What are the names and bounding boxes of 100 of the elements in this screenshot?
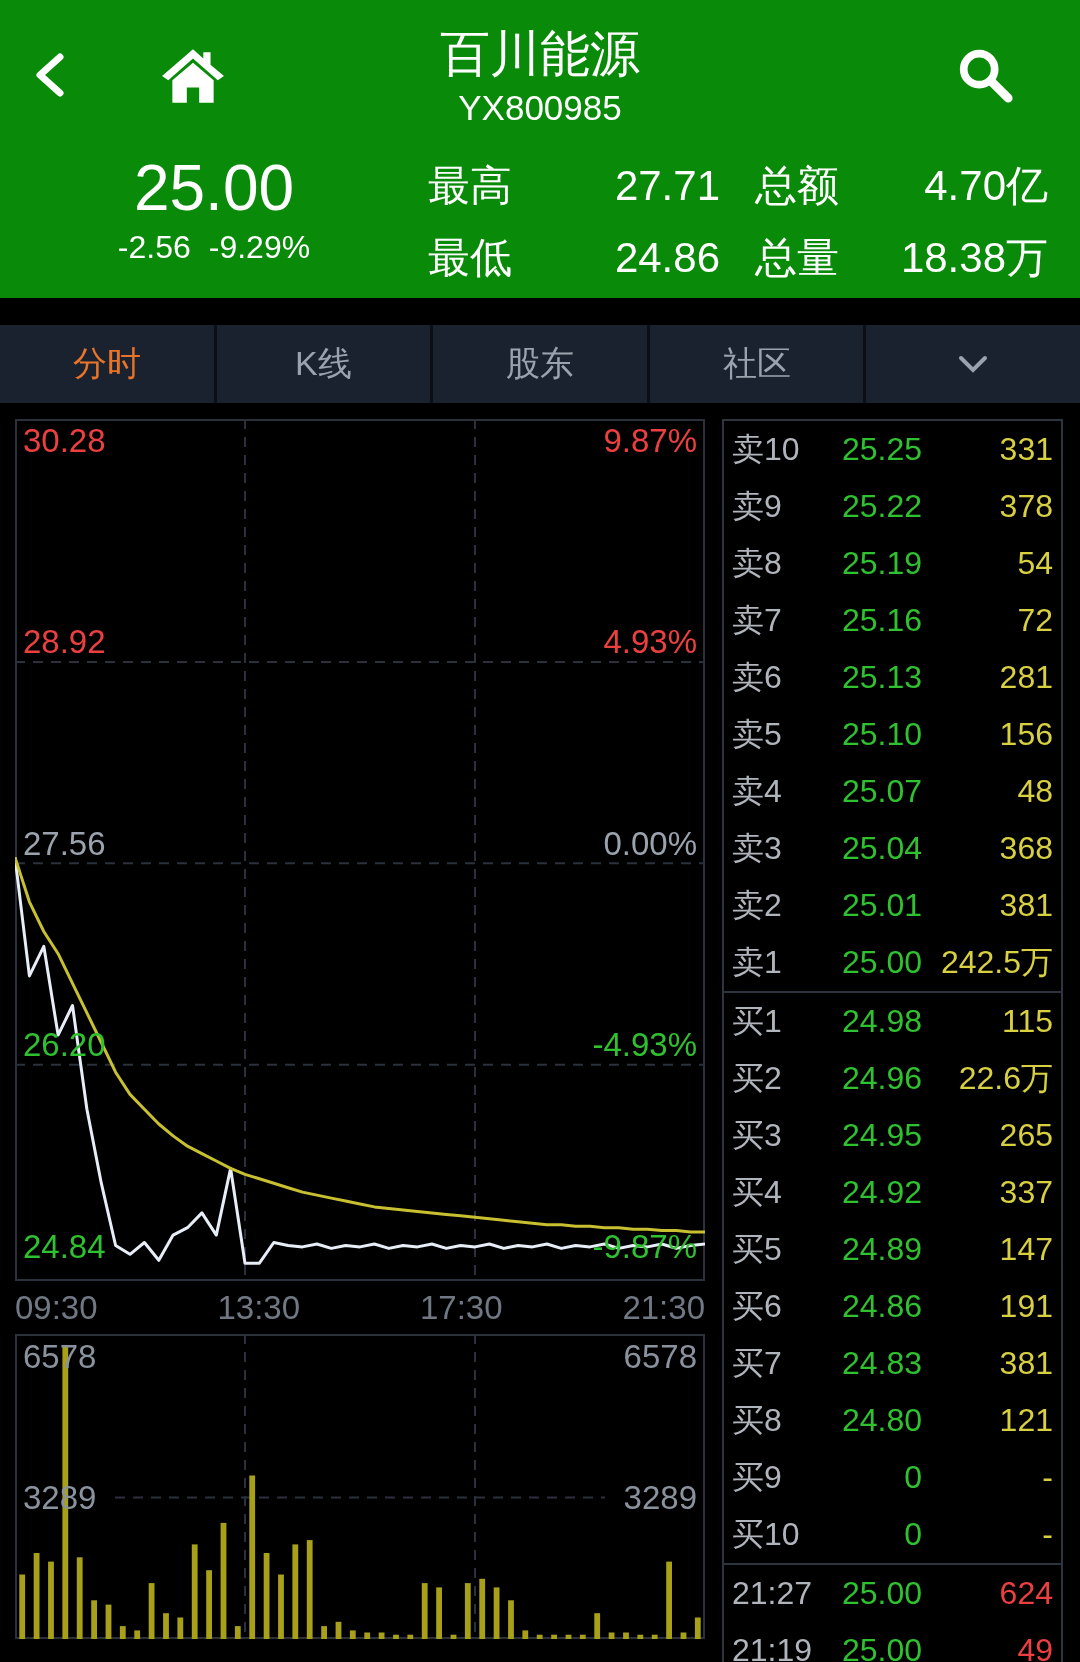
volume-bar (234, 1626, 241, 1639)
volume-bar (421, 1583, 428, 1639)
current-price: 25.00 (133, 151, 295, 226)
time-label: 17:30 (419, 1288, 503, 1327)
volume-bar (436, 1587, 442, 1639)
volume-bar (407, 1634, 414, 1639)
tab[interactable]: K线 (216, 325, 434, 403)
volume-bar (119, 1626, 126, 1639)
level-label: 买2 (732, 1058, 783, 1098)
axis-label: 9.87% (603, 421, 697, 459)
volume-value: 115 (1001, 1003, 1053, 1040)
volume-value: 156 (998, 716, 1053, 753)
stat-label: 最低 (428, 233, 513, 283)
tab[interactable]: 股东 (433, 325, 650, 403)
stat-label: 总量 (754, 233, 840, 283)
level-label: 卖4 (732, 771, 783, 811)
price-value: 24.83 (840, 1345, 922, 1382)
volume-bar (536, 1634, 543, 1639)
volume-bar (364, 1632, 371, 1639)
axis-label: 0.00% (603, 824, 697, 862)
volume-bar (206, 1570, 212, 1639)
home-icon[interactable] (160, 47, 226, 103)
volume-value: 265 (998, 1117, 1053, 1154)
volume-bar (91, 1600, 97, 1639)
level-label: 买7 (732, 1343, 783, 1383)
volume-value: 49 (1016, 1632, 1053, 1662)
price-value: 25.16 (840, 602, 922, 639)
volume-value: 121 (998, 1402, 1053, 1439)
volume-value: 72 (1016, 602, 1053, 639)
volume-value: 54 (1016, 545, 1053, 582)
stat-value: 24.86 (613, 234, 720, 282)
price-value: 24.92 (840, 1174, 922, 1211)
level-label: 卖7 (732, 600, 783, 640)
back-icon[interactable] (34, 53, 64, 97)
stat-label: 最高 (428, 161, 513, 211)
price-value: 24.95 (840, 1117, 922, 1154)
volume-value: 368 (998, 830, 1053, 867)
price-value: 24.98 (840, 1003, 922, 1040)
stat-value: 18.38万 (899, 233, 1048, 283)
time-label: 13:30 (217, 1288, 301, 1327)
axis-label: -4.93% (592, 1026, 697, 1064)
axis-label: 6578 (623, 1337, 697, 1375)
price-change: -2.56 (117, 228, 191, 267)
price-value: 25.25 (840, 431, 922, 468)
level-label: 买8 (732, 1400, 783, 1440)
level-label: 卖9 (732, 486, 783, 526)
stat-value: 27.71 (613, 162, 720, 210)
volume-value: 22.6万 (957, 1058, 1053, 1098)
volume-bar (579, 1634, 586, 1639)
volume-bar (278, 1574, 284, 1639)
volume-bar (321, 1626, 327, 1639)
volume-bar (177, 1617, 184, 1639)
volume-value: 381 (998, 1345, 1053, 1382)
axis-label: 4.93% (603, 623, 697, 661)
volume-value: 381 (998, 887, 1053, 924)
price-value: 24.86 (840, 1288, 922, 1325)
price-value: 0 (903, 1516, 922, 1553)
time-label: 09:30 (15, 1288, 98, 1327)
volume-bar (694, 1617, 701, 1639)
level-label: 买9 (732, 1457, 783, 1497)
volume-bar (680, 1632, 687, 1639)
volume-bar (479, 1578, 486, 1639)
level-label: 卖6 (732, 657, 783, 697)
chevron-down-icon (958, 354, 989, 374)
tab[interactable]: 社区 (649, 325, 867, 403)
price-value: 24.96 (840, 1060, 922, 1097)
level-label: 买3 (732, 1115, 783, 1155)
price-value: 25.10 (840, 716, 922, 753)
trade-time: 21:19 (732, 1632, 814, 1662)
level-label: 卖1 (732, 942, 783, 982)
price-value: 25.00 (840, 944, 922, 981)
price-value: 24.80 (840, 1402, 922, 1439)
volume-bar (105, 1604, 112, 1639)
volume-bar (522, 1630, 529, 1639)
volume-bar (565, 1634, 572, 1639)
volume-bar (134, 1630, 141, 1639)
volume-value: - (1041, 1516, 1053, 1553)
stat-label: 总额 (754, 161, 840, 211)
volume-bar (637, 1634, 644, 1639)
trade-time: 21:27 (732, 1575, 814, 1612)
tab[interactable]: 分时 (0, 325, 217, 403)
volume-bar (393, 1634, 399, 1639)
axis-label: 28.92 (23, 623, 106, 661)
volume-bar (163, 1613, 169, 1639)
level-label: 买5 (732, 1229, 783, 1269)
price-value: 25.13 (840, 659, 922, 696)
level-label: 买4 (732, 1172, 783, 1212)
volume-bar (623, 1632, 629, 1639)
price-value: 25.01 (840, 887, 922, 924)
stat-value: 4.70亿 (923, 161, 1048, 211)
volume-value: 378 (998, 488, 1053, 525)
volume-bar (551, 1634, 557, 1639)
stock-name: 百川能源 (440, 25, 640, 84)
stock-code: YX800985 (458, 87, 622, 129)
level-label: 卖3 (732, 828, 783, 868)
volume-bar (594, 1613, 601, 1639)
volume-bar (608, 1632, 615, 1639)
price-value: 25.07 (840, 773, 922, 810)
price-value: 25.04 (840, 830, 922, 867)
volume-bar (378, 1632, 385, 1639)
